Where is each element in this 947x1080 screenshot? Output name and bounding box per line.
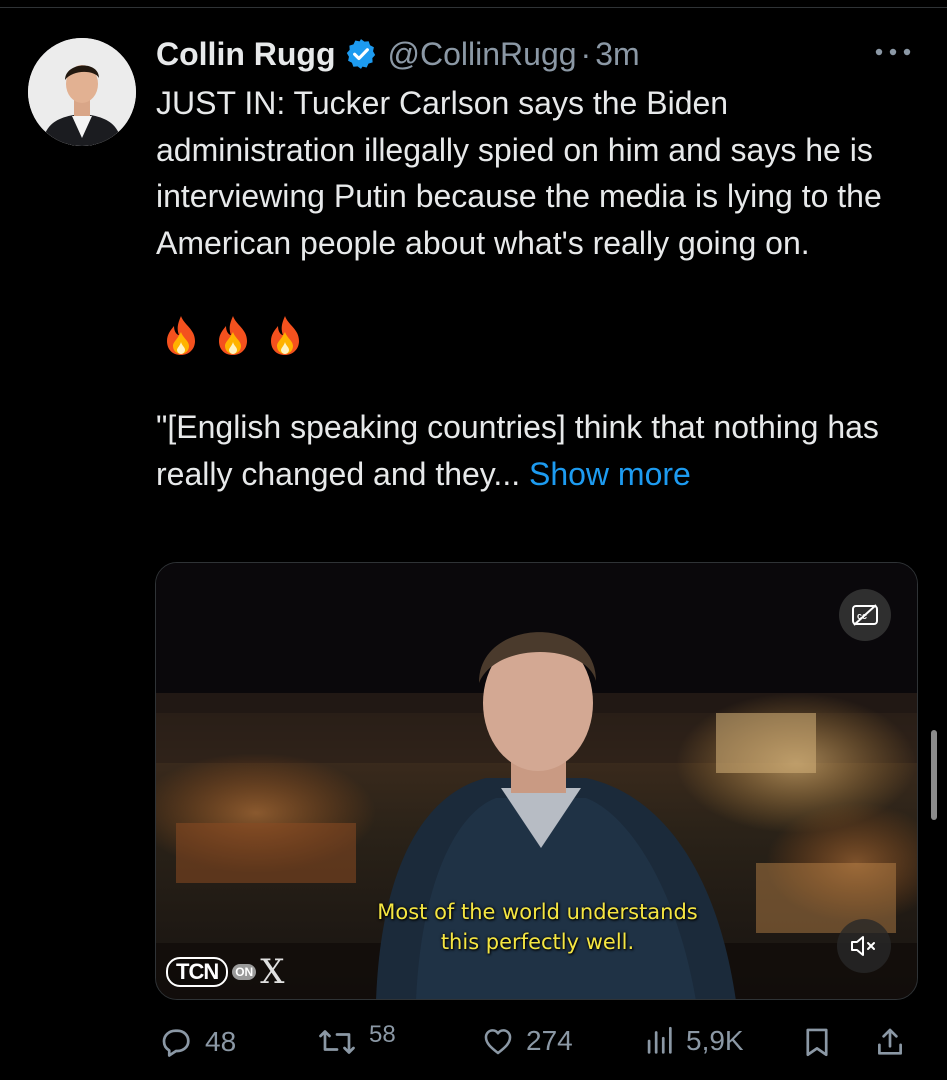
tweet-header: Collin Rugg @CollinRugg · 3m — [156, 30, 640, 78]
bookmark-button[interactable] — [800, 1024, 834, 1060]
repost-icon — [319, 1030, 355, 1054]
tweet-quote-text: "[English speaking countries] think that… — [156, 409, 879, 492]
show-more-link[interactable]: Show more — [529, 456, 691, 492]
share-icon — [878, 1028, 902, 1055]
x-logo: X — [260, 952, 285, 992]
subtitle-line-1: Most of the world understands — [377, 900, 698, 924]
svg-text:cc: cc — [857, 611, 867, 621]
tweet-timestamp[interactable]: 3m — [595, 36, 639, 73]
author-name[interactable]: Collin Rugg — [156, 36, 336, 73]
fire-icon — [271, 316, 299, 355]
avatar[interactable] — [28, 38, 136, 146]
repost-count: 58 — [369, 1021, 396, 1048]
tweet-card[interactable]: Collin Rugg @CollinRugg · 3m JUST IN: Tu… — [0, 0, 947, 1080]
views-button[interactable]: 5,9K — [642, 1024, 744, 1058]
reply-button[interactable]: 48 — [157, 1024, 236, 1060]
heart-icon — [484, 1029, 512, 1055]
tweet-paragraph-1: JUST IN: Tucker Carlson says the Biden a… — [156, 85, 882, 261]
tcn-watermark: TCN ON X — [166, 952, 285, 992]
reply-count: 48 — [205, 1026, 237, 1057]
video-player[interactable]: cc Most of the world understands this pe… — [155, 562, 918, 1000]
view-count: 5,9K — [686, 1025, 744, 1056]
fire-icon — [219, 316, 247, 355]
emoji-row: 🔥 🔥 🔥 — [156, 312, 926, 358]
header-separator: · — [580, 35, 592, 72]
fire-icon — [167, 316, 195, 355]
volume-muted-icon — [851, 936, 875, 956]
scrollbar[interactable] — [931, 730, 937, 820]
more-options-icon[interactable] — [871, 38, 915, 66]
tweet-text: JUST IN: Tucker Carlson says the Biden a… — [156, 80, 926, 497]
tweet-actions: 48 58 274 5,9K — [155, 1018, 915, 1066]
reply-icon — [162, 1029, 190, 1057]
verified-badge-icon — [344, 37, 378, 71]
tweet-paragraph-2: "[English speaking countries] think that… — [156, 404, 926, 497]
watermark-on: ON — [232, 964, 257, 980]
video-subtitle: Most of the world understands this perfe… — [156, 897, 917, 957]
captions-button[interactable]: cc — [839, 589, 891, 641]
repost-button[interactable]: 58 — [315, 1021, 396, 1060]
like-button[interactable]: 274 — [480, 1024, 573, 1058]
captions-off-icon: cc — [852, 604, 878, 626]
bookmark-icon — [806, 1028, 828, 1057]
views-chart-icon — [647, 1026, 672, 1054]
author-handle[interactable]: @CollinRugg — [388, 36, 577, 73]
like-count: 274 — [526, 1025, 573, 1056]
share-button[interactable] — [873, 1024, 907, 1060]
tcn-logo: TCN — [166, 957, 229, 987]
mute-button[interactable] — [837, 919, 891, 973]
